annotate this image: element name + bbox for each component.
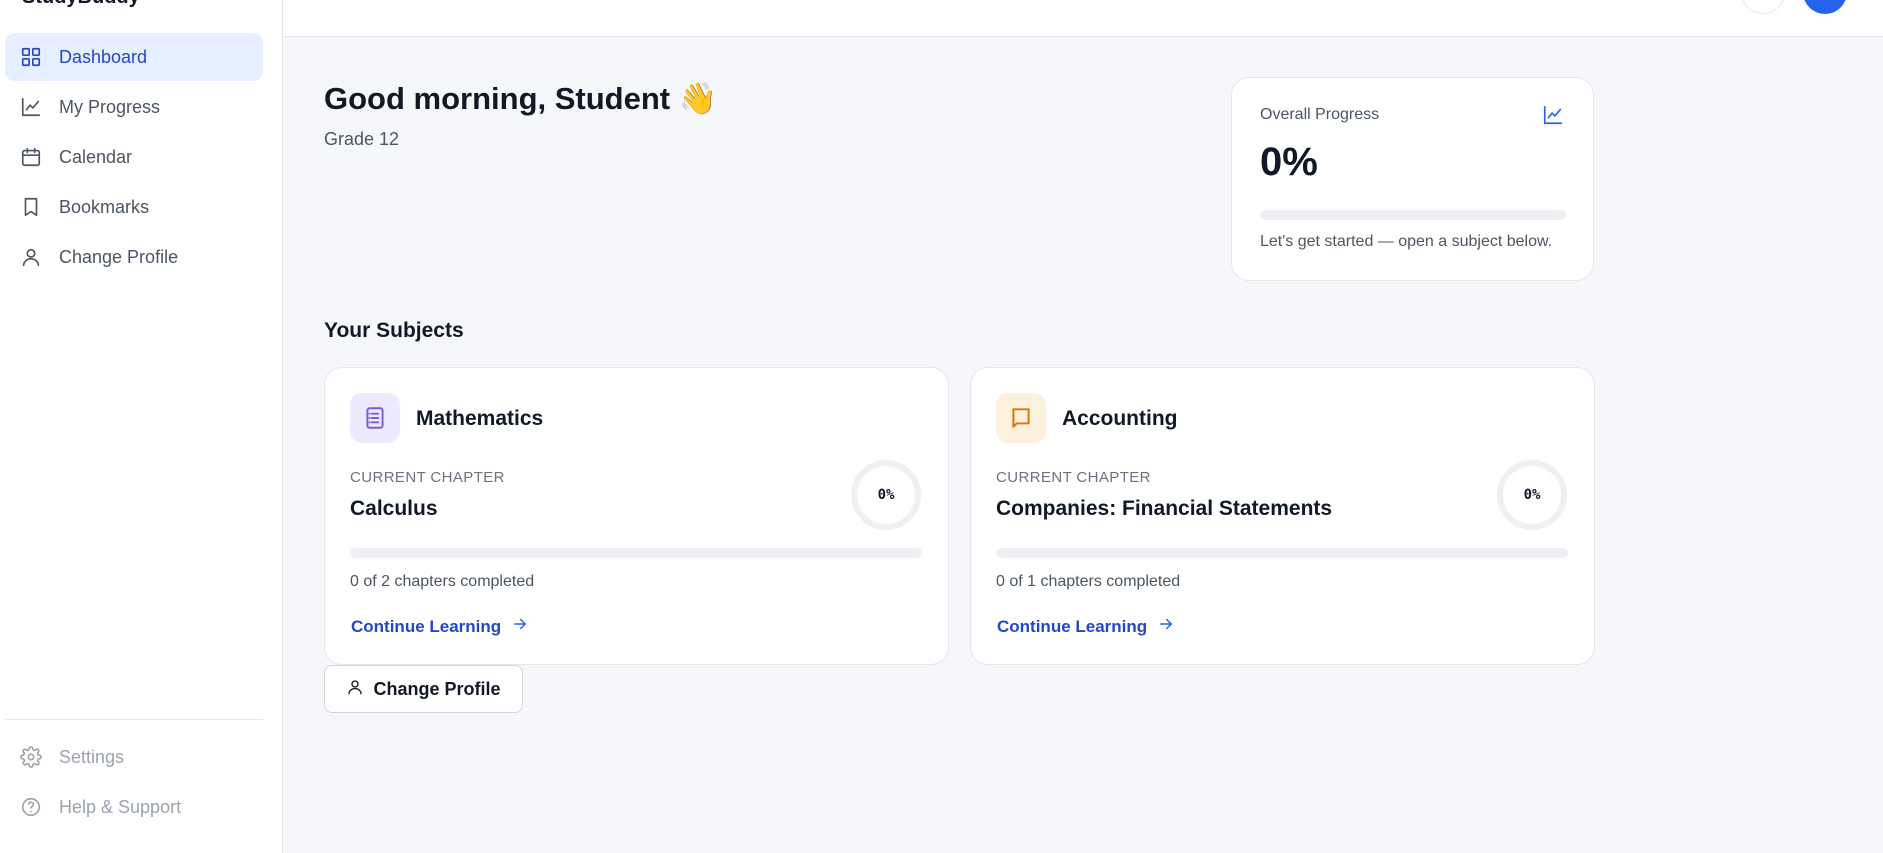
change-profile-button[interactable]: Change Profile bbox=[324, 665, 523, 713]
sidebar-item-settings[interactable]: Settings bbox=[5, 733, 263, 781]
sidebar-item-bookmarks[interactable]: Bookmarks bbox=[5, 183, 263, 231]
sidebar-item-label: Bookmarks bbox=[59, 196, 150, 217]
book-icon bbox=[996, 393, 1046, 443]
sidebar-item-label: Settings bbox=[59, 746, 125, 767]
subject-card-accounting: Accounting CURRENT CHAPTER Companies: Fi… bbox=[970, 367, 1595, 665]
notification-button[interactable] bbox=[1741, 0, 1785, 14]
progress-ring-label: 0% bbox=[1523, 487, 1541, 503]
continue-learning-label: Continue Learning bbox=[351, 616, 502, 636]
subject-name: Mathematics bbox=[416, 407, 544, 430]
calendar-icon bbox=[20, 146, 42, 168]
subject-card-mathematics: Mathematics CURRENT CHAPTER Calculus 0% … bbox=[324, 367, 949, 665]
sidebar-item-label: My Progress bbox=[59, 96, 161, 117]
continue-learning-link[interactable]: Continue Learning bbox=[997, 615, 1175, 638]
avatar[interactable] bbox=[1803, 0, 1847, 14]
overall-progress-hint: Let's get started — open a subject below… bbox=[1260, 233, 1553, 250]
arrow-right-icon bbox=[511, 615, 529, 638]
sidebar-item-calendar[interactable]: Calendar bbox=[5, 133, 263, 181]
chapter-progress-bar bbox=[350, 548, 922, 558]
sidebar-item-dashboard[interactable]: Dashboard bbox=[5, 33, 263, 81]
chapter-progress-bar bbox=[996, 548, 1568, 558]
current-chapter-label: CURRENT CHAPTER bbox=[996, 469, 1151, 486]
progress-ring-label: 0% bbox=[877, 487, 895, 503]
sidebar-divider bbox=[5, 719, 263, 720]
current-chapter-name: Companies: Financial Statements bbox=[996, 497, 1333, 520]
help-circle-icon bbox=[20, 796, 42, 818]
current-chapter-label: CURRENT CHAPTER bbox=[350, 469, 505, 486]
sidebar-item-label: Calendar bbox=[59, 146, 133, 167]
sidebar-item-label: Help & Support bbox=[59, 796, 182, 817]
overall-progress-label: Overall Progress bbox=[1260, 106, 1380, 123]
sidebar-item-my-progress[interactable]: My Progress bbox=[5, 83, 263, 131]
notebook-icon bbox=[350, 393, 400, 443]
chart-line-icon bbox=[20, 96, 42, 118]
subject-name: Accounting bbox=[1062, 407, 1178, 430]
user-icon bbox=[20, 246, 42, 268]
overall-progress-card: Overall Progress 0% Let's get started — … bbox=[1231, 77, 1594, 281]
continue-learning-link[interactable]: Continue Learning bbox=[351, 615, 529, 638]
subjects-section-title: Your Subjects bbox=[324, 319, 464, 342]
current-chapter-name: Calculus bbox=[350, 497, 438, 520]
sidebar-item-change-profile[interactable]: Change Profile bbox=[5, 233, 263, 281]
change-profile-label: Change Profile bbox=[373, 678, 501, 699]
brand-name[interactable]: StudyBuddy bbox=[22, 0, 140, 9]
chapters-completed-text: 0 of 2 chapters completed bbox=[350, 573, 535, 590]
chart-line-icon bbox=[1542, 104, 1564, 126]
sidebar: StudyBuddy Dashboard My Progress Calenda… bbox=[0, 0, 283, 853]
grid-icon bbox=[20, 46, 42, 68]
top-bar bbox=[284, 0, 1883, 37]
overall-progress-bar bbox=[1260, 210, 1566, 220]
grade-label: Grade 12 bbox=[324, 129, 400, 149]
greeting-title: Good morning, Student 👋 bbox=[324, 81, 718, 116]
continue-learning-label: Continue Learning bbox=[997, 616, 1148, 636]
chapters-completed-text: 0 of 1 chapters completed bbox=[996, 573, 1181, 590]
gear-icon bbox=[20, 746, 42, 768]
bookmark-icon bbox=[20, 196, 42, 218]
overall-progress-percent: 0% bbox=[1260, 140, 1318, 184]
sidebar-item-label: Dashboard bbox=[59, 46, 148, 67]
sidebar-item-help-support[interactable]: Help & Support bbox=[5, 783, 263, 831]
sidebar-item-label: Change Profile bbox=[59, 246, 179, 267]
arrow-right-icon bbox=[1157, 615, 1175, 638]
user-icon bbox=[346, 678, 364, 701]
